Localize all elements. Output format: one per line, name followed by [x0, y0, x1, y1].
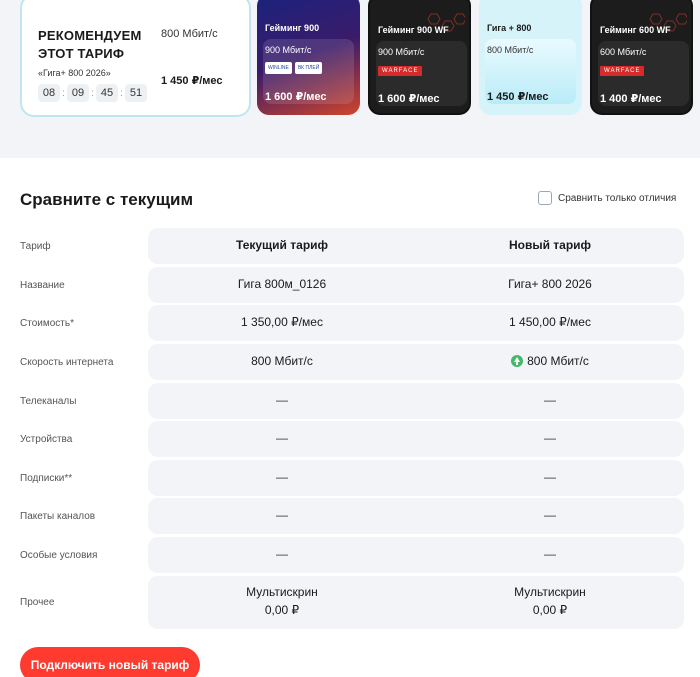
promo-speed: 600 Мбит/с [600, 47, 647, 57]
timer-hours: 09 [67, 84, 89, 102]
row-box: — — [148, 498, 684, 534]
row-label: Тариф [20, 241, 51, 252]
recommended-speed: 800 Мбит/с [161, 28, 218, 40]
row-box: 1 350,00 ₽/мес 1 450,00 ₽/мес [148, 305, 684, 341]
timer-seconds: 51 [125, 84, 147, 102]
new-value-cell: 800 Мбит/с [416, 353, 684, 370]
row-label: Особые условия [20, 550, 98, 561]
promo-price: 1 600 ₽/мес [265, 91, 327, 103]
current-value-line2: 0,00 ₽ [264, 603, 300, 617]
new-value: — [544, 508, 556, 522]
promo-price: 1 450 ₽/мес [487, 91, 549, 103]
compare-title: Сравните с текущим [20, 190, 194, 209]
row-box: — — [148, 460, 684, 496]
recommended-price: 1 450 ₽/мес [161, 75, 223, 87]
new-value: — [544, 470, 556, 484]
new-value: Гига+ 800 2026 [508, 277, 592, 291]
new-tariff-header: Новый тариф [508, 238, 592, 252]
row-box: 800 Мбит/с 800 Мбит/с [148, 344, 684, 380]
current-value: — [276, 547, 288, 561]
diff-only-toggle[interactable]: Сравнить только отличия [538, 191, 676, 205]
tariff-carousel: 201 РЕКОМЕНДУЕМ ЭТОТ ТАРИФ 800 Мбит/с «Г… [0, 0, 700, 158]
row-label: Скорость интернета [20, 357, 114, 368]
partner-logo: WINLINE [265, 62, 292, 74]
current-tariff-header: Текущий тариф [235, 238, 329, 252]
row-box: Текущий тариф Новый тариф [148, 228, 684, 264]
countdown-timer: 08 : 09 : 45 : 51 [38, 84, 147, 102]
recommended-title: РЕКОМЕНДУЕМ ЭТОТ ТАРИФ [38, 28, 142, 61]
current-value: Гига 800м_0126 [237, 277, 327, 291]
promo-card-gaming-900-wf[interactable]: Гейминг 900 WF 900 Мбит/с WARFACE 1 600 … [368, 0, 471, 115]
warface-badge: WARFACE [378, 66, 423, 76]
current-value-line1: Мультискрин [246, 585, 318, 599]
row-label: Подписки** [20, 473, 73, 484]
row-box: — — [148, 383, 684, 419]
row-label: Устройства [20, 434, 73, 445]
promo-price: 1 400 ₽/мес [600, 93, 662, 105]
timer-minutes: 45 [96, 84, 118, 102]
new-value: — [544, 393, 556, 407]
row-label: Телеканалы [20, 396, 77, 407]
current-value: — [276, 470, 288, 484]
current-value: 1 350,00 ₽/мес [241, 315, 323, 329]
current-value: 800 Мбит/с [251, 354, 313, 368]
row-box: Мультискрин 0,00 ₽ Мультискрин 0,00 ₽ [148, 576, 684, 629]
promo-speed: 900 Мбит/с [265, 45, 312, 55]
promo-price: 1 600 ₽/мес [378, 93, 440, 105]
current-value: — [276, 393, 288, 407]
timer-days: 08 [38, 84, 60, 102]
row-label: Название [20, 280, 65, 291]
promo-name: Гейминг 900 WF [378, 25, 449, 35]
row-label: Прочее [20, 597, 55, 608]
recommended-tariff-card[interactable]: РЕКОМЕНДУЕМ ЭТОТ ТАРИФ 800 Мбит/с «Гига+… [20, 0, 251, 117]
warface-badge: WARFACE [600, 66, 645, 76]
partner-logo: ВК ПЛЕЙ [294, 62, 323, 74]
current-value: — [276, 431, 288, 445]
promo-card-giga-800[interactable]: Гига + 800 800 Мбит/с 1 450 ₽/мес [479, 0, 582, 115]
current-value: — [276, 508, 288, 522]
row-box: — — [148, 537, 684, 573]
row-box: — — [148, 421, 684, 457]
promo-speed: 900 Мбит/с [378, 47, 425, 57]
promo-speed: 800 Мбит/с [487, 45, 534, 55]
row-box: Гига 800м_0126 Гига+ 800 2026 [148, 267, 684, 303]
partner-logos: WINLINE ВК ПЛЕЙ [265, 62, 323, 74]
recommended-tariff-name: «Гига+ 800 2026» [38, 68, 111, 78]
promo-card-gaming-600-wf[interactable]: Гейминг 600 WF 600 Мбит/с WARFACE 1 400 … [590, 0, 693, 115]
new-value-line2: 0,00 ₽ [532, 603, 568, 617]
diff-only-label: Сравнить только отличия [558, 192, 677, 204]
diff-only-checkbox[interactable] [538, 191, 552, 205]
promo-name: Гейминг 600 WF [600, 25, 671, 35]
promo-name: Гейминг 900 [265, 23, 320, 33]
row-label: Пакеты каналов [20, 511, 96, 522]
new-value: 800 Мбит/с [527, 354, 589, 368]
promo-name: Гига + 800 [487, 23, 532, 33]
promo-card-gaming-900[interactable]: Гейминг 900 900 Мбит/с WINLINE ВК ПЛЕЙ 1… [257, 0, 360, 115]
new-value: — [544, 431, 556, 445]
new-value: — [544, 547, 556, 561]
row-label: Стоимость* [20, 318, 74, 329]
new-value: 1 450,00 ₽/мес [509, 315, 591, 329]
connect-new-tariff-button[interactable]: Подключить новый тариф [20, 647, 200, 677]
speed-up-arrow-icon [511, 355, 524, 367]
new-value-line1: Мультискрин [514, 585, 586, 599]
